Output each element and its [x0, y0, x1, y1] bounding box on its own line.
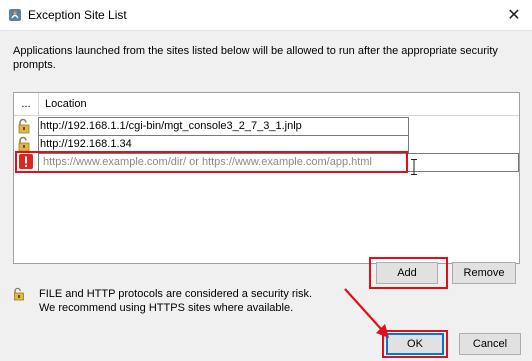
security-risk-line-1: FILE and HTTP protocols are considered a… [39, 288, 313, 300]
column-header-icon[interactable]: ... [14, 93, 39, 115]
highlight-new-row [15, 151, 408, 173]
exception-site-table: ... Location http://192.168.1.1/cgi-bin/… [13, 92, 520, 264]
location-cell[interactable]: http://192.168.1.1/cgi-bin/mgt_console3_… [38, 117, 409, 136]
java-app-icon [9, 9, 21, 21]
highlight-ok-button [382, 330, 448, 358]
column-header-location[interactable]: Location [45, 93, 87, 115]
remove-button[interactable]: Remove [452, 262, 516, 284]
lock-open-icon [18, 118, 30, 134]
security-risk-line-2: We recommend using HTTPS sites where ava… [39, 302, 294, 314]
highlight-add-button [369, 257, 448, 289]
close-button[interactable]: ✕ [496, 0, 532, 30]
description-text: Applications launched from the sites lis… [13, 45, 498, 71]
table-header: ... Location [14, 93, 519, 116]
lock-open-icon [18, 136, 30, 152]
security-risk-note: FILE and HTTP protocols are considered a… [39, 287, 312, 315]
window-title: Exception Site List [28, 8, 127, 22]
table-row[interactable]: http://192.168.1.1/cgi-bin/mgt_console3_… [14, 117, 519, 136]
cancel-button[interactable]: Cancel [459, 333, 521, 355]
title-bar: Exception Site List ✕ [0, 0, 532, 31]
text-cursor-icon [411, 159, 417, 175]
lock-open-icon [14, 287, 24, 301]
